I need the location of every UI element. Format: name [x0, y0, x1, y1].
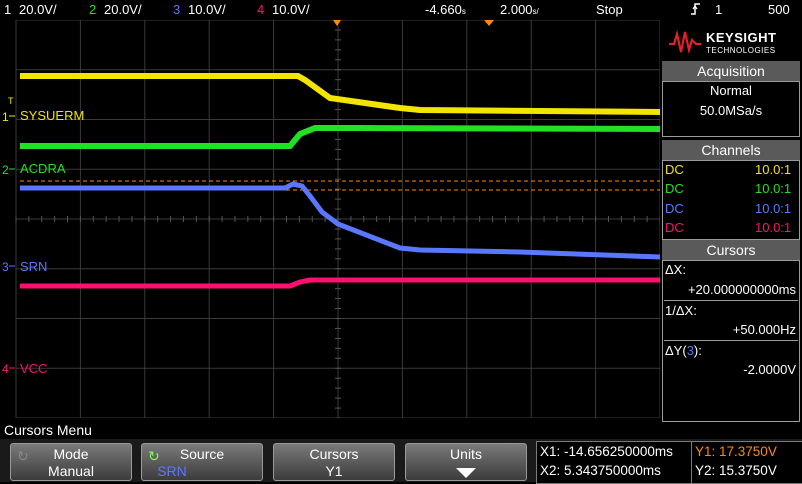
delta-x-value: +20.000000000ms — [687, 282, 796, 297]
ch2-coupling: DC — [665, 181, 684, 196]
time-scale[interactable]: 2.000s/ — [500, 2, 539, 17]
ch3-probe: 10.0:1 — [755, 201, 792, 216]
brand-subtitle: TECHNOLOGIES — [706, 46, 776, 55]
ch2-number[interactable]: 2 — [89, 2, 96, 17]
acquisition-mode: Normal — [710, 83, 752, 98]
ch4-scale[interactable]: 10.0V/ — [272, 2, 310, 17]
ch2-label: ACDRA — [20, 161, 66, 176]
trigger-edge-icon — [690, 0, 702, 21]
ch1-scale[interactable]: 20.0V/ — [19, 2, 57, 17]
info-panel: KEYSIGHT TECHNOLOGIES Acquisition Normal… — [660, 20, 802, 422]
ch1-probe: 10.0:1 — [755, 162, 792, 177]
brand-logo: KEYSIGHT TECHNOLOGIES — [662, 22, 800, 62]
cursor-readout: X1: -14.656250000ms X2: 5.343750000ms Y1… — [536, 441, 802, 484]
ch2-scale[interactable]: 20.0V/ — [104, 2, 142, 17]
x2-readout: X2: 5.343750000ms — [540, 463, 661, 478]
trigger-source[interactable]: 1 — [715, 2, 722, 17]
ch2-probe: 10.0:1 — [755, 181, 792, 196]
ch1-coupling: DC — [665, 162, 684, 177]
units-label: Units — [450, 446, 482, 462]
inv-delta-x-label: 1/ΔX: — [665, 303, 697, 318]
x1-readout: X1: -14.656250000ms — [540, 444, 673, 459]
run-state[interactable]: Stop — [596, 2, 623, 17]
cursors-value: Y1 — [325, 463, 343, 479]
source-softkey[interactable]: ↻ Source SRN — [141, 443, 263, 481]
time-delay-value: -4.660 — [425, 2, 462, 17]
waveform-display[interactable]: 1 T 2 3 4 SYSUERM ACDRA SRN VCC — [0, 19, 661, 419]
svg-text:3: 3 — [2, 260, 9, 274]
units-softkey[interactable]: Units — [405, 443, 527, 481]
time-scale-value: 2.000 — [500, 2, 533, 17]
submenu-arrow-icon — [454, 466, 478, 484]
cursors-label: Cursors — [309, 446, 359, 462]
acquisition-header[interactable]: Acquisition — [662, 61, 800, 81]
keysight-wave-icon — [669, 30, 701, 54]
cursor-divider — [664, 300, 798, 301]
source-value: SRN — [157, 463, 187, 479]
time-scale-unit: s/ — [532, 7, 539, 16]
readout-divider — [691, 442, 692, 483]
y2-readout: Y2: 15.3750V — [695, 463, 777, 478]
delta-y-channel: 3 — [686, 343, 694, 358]
cursors-header[interactable]: Cursors — [662, 240, 800, 260]
ch3-coupling: DC — [665, 201, 684, 216]
menu-title-bar: Cursors Menu — [0, 421, 802, 439]
delta-y-value: -2.0000V — [743, 362, 796, 377]
ch4-probe: 10.0:1 — [755, 220, 792, 235]
delta-y-label: ΔY(3): — [665, 343, 702, 358]
ch3-scale[interactable]: 10.0V/ — [188, 2, 226, 17]
source-label: Source — [179, 446, 225, 462]
svg-text:4: 4 — [2, 362, 9, 376]
ch3-label: SRN — [20, 259, 48, 274]
ch4-coupling: DC — [665, 220, 684, 235]
svg-text:2: 2 — [2, 163, 9, 177]
waveform-svg: 1 T 2 3 4 — [0, 19, 661, 419]
mode-label: Mode — [53, 446, 89, 462]
svg-text:T: T — [8, 96, 14, 106]
sample-rate: 50.0MSa/s — [699, 103, 763, 118]
ch1-label: SYSUERM — [20, 108, 85, 123]
cursor-divider — [664, 340, 798, 341]
brand-name: KEYSIGHT — [706, 30, 777, 45]
ch3-number[interactable]: 3 — [173, 2, 180, 17]
delta-y-label-pre: ΔY( — [665, 343, 687, 358]
menu-title: Cursors Menu — [4, 422, 92, 438]
delta-x-label: ΔX: — [665, 262, 686, 277]
ch4-number[interactable]: 4 — [257, 2, 264, 17]
inv-delta-x-value: +50.000Hz — [732, 322, 796, 337]
status-bar: 1 20.0V/ 2 20.0V/ 3 10.0V/ 4 10.0V/ -4.6… — [0, 0, 802, 20]
ch4-label: VCC — [20, 361, 48, 376]
time-delay-unit: s — [461, 7, 466, 16]
cursors-softkey[interactable]: Cursors Y1 — [273, 443, 395, 481]
ch1-number[interactable]: 1 — [4, 2, 11, 17]
channels-header[interactable]: Channels — [662, 140, 800, 160]
delta-y-label-post: ): — [693, 343, 702, 358]
svg-text:1: 1 — [2, 110, 9, 124]
time-delay[interactable]: -4.660s — [425, 2, 466, 17]
trigger-level[interactable]: 500 — [768, 2, 790, 17]
y1-readout: Y1: 17.3750V — [695, 444, 777, 459]
